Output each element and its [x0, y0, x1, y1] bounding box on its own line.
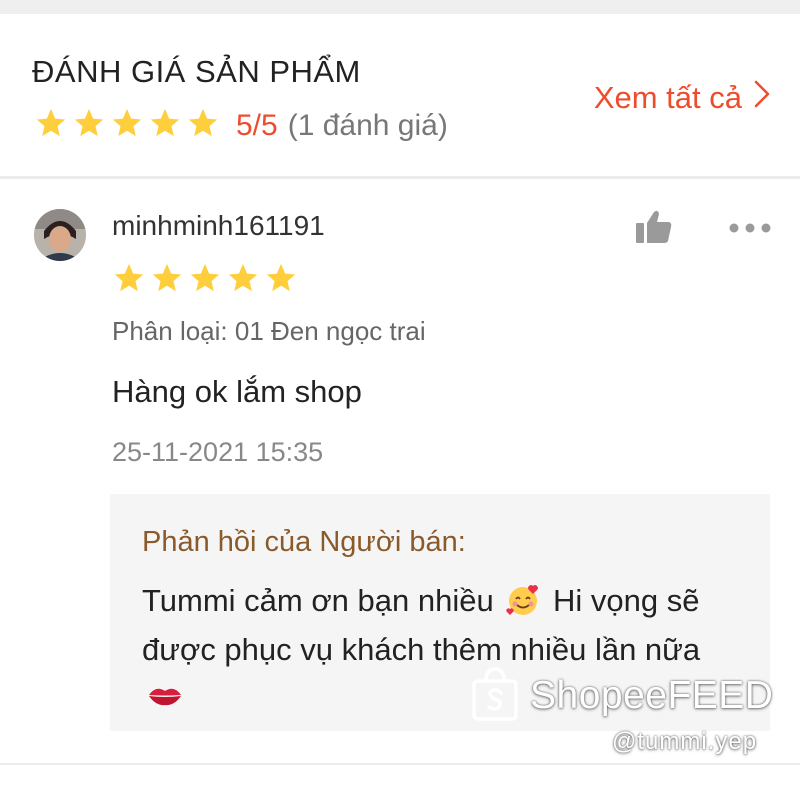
- chevron-right-icon: [754, 80, 770, 116]
- review-text: Hàng ok lắm shop: [112, 374, 362, 409]
- review-star-rating: [110, 261, 300, 300]
- seller-reply-text-part1: Tummi cảm ơn bạn nhiều: [142, 583, 494, 618]
- watermark-handle: @tummi.yep: [612, 728, 758, 755]
- more-dots-icon[interactable]: [728, 221, 772, 239]
- star-icon: [186, 261, 224, 300]
- bottom-divider: [0, 763, 800, 765]
- star-icon: [146, 106, 184, 145]
- star-icon: [148, 261, 186, 300]
- watermark-brand: ShopeeFEED: [530, 673, 774, 717]
- shopping-bag-icon: [470, 665, 520, 726]
- star-icon: [32, 106, 70, 145]
- rating-summary: 5/5 (1 đánh giá): [32, 106, 448, 145]
- rating-score: 5/5: [236, 108, 278, 142]
- shopee-feed-watermark: ShopeeFEED: [470, 665, 773, 726]
- see-all-label: Xem tất cả: [593, 80, 742, 115]
- seller-reply-title: Phản hồi của Người bán:: [142, 526, 466, 558]
- product-rating-header: ĐÁNH GIÁ SẢN PHẨM 5/5 (1 đánh giá) Xem t…: [0, 14, 800, 174]
- rating-count: (1 đánh giá): [287, 108, 448, 142]
- kiss-mark-emoji: [146, 677, 184, 720]
- reviewer-username: minhminh161191: [112, 210, 325, 241]
- top-band: [0, 0, 800, 14]
- section-title: ĐÁNH GIÁ SẢN PHẨM: [32, 54, 361, 89]
- section-divider: [0, 176, 800, 179]
- thumbs-up-icon[interactable]: [634, 209, 674, 250]
- review-timestamp: 25-11-2021 15:35: [112, 437, 324, 467]
- star-icon: [224, 261, 262, 300]
- star-icon: [262, 261, 300, 300]
- product-variation: Phân loại: 01 Đen ngọc trai: [112, 316, 426, 346]
- star-icon: [184, 106, 222, 145]
- star-icon: [108, 106, 146, 145]
- smiling-face-with-hearts-emoji: [506, 583, 540, 628]
- star-icon: [110, 261, 148, 300]
- avatar[interactable]: [34, 209, 86, 261]
- see-all-link[interactable]: Xem tất cả: [594, 80, 770, 116]
- star-icon: [70, 106, 108, 145]
